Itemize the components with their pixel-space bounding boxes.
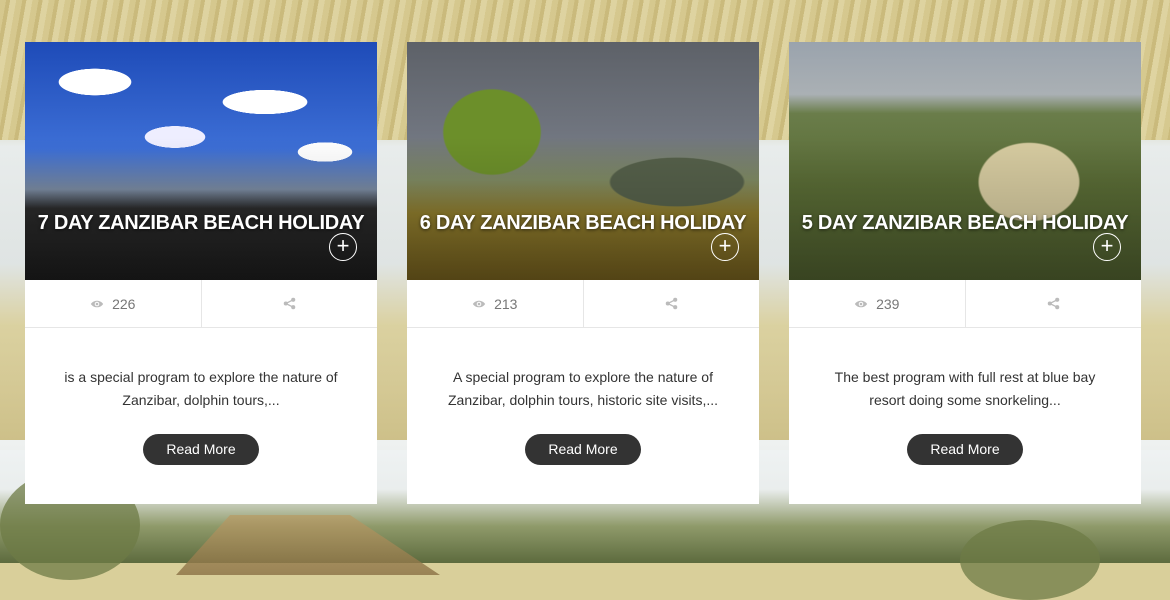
tour-stats: 226 bbox=[25, 280, 377, 328]
read-more-button[interactable]: Read More bbox=[525, 434, 641, 465]
share-button[interactable] bbox=[200, 280, 378, 327]
views-count: 213 bbox=[494, 295, 518, 312]
tour-title[interactable]: 5 DAY ZANZIBAR BEACH HOLIDAY bbox=[789, 212, 1141, 235]
tour-stats: 213 bbox=[407, 280, 759, 328]
plus-circle-icon[interactable]: + bbox=[711, 233, 739, 261]
plus-circle-icon[interactable]: + bbox=[329, 233, 357, 261]
eye-icon bbox=[854, 300, 868, 307]
views-stat: 213 bbox=[407, 280, 583, 327]
tour-stats: 239 bbox=[789, 280, 1141, 328]
tour-card: 5 DAY ZANZIBAR BEACH HOLIDAY + 239 The b… bbox=[789, 42, 1141, 504]
views-stat: 226 bbox=[25, 280, 201, 327]
tour-image[interactable]: 6 DAY ZANZIBAR BEACH HOLIDAY + bbox=[407, 42, 759, 280]
share-icon bbox=[1047, 297, 1060, 310]
eye-icon bbox=[472, 300, 486, 307]
tour-description: The best program with full rest at blue … bbox=[834, 369, 1096, 408]
tour-image[interactable]: 5 DAY ZANZIBAR BEACH HOLIDAY + bbox=[789, 42, 1141, 280]
share-icon bbox=[283, 297, 296, 310]
share-icon bbox=[665, 297, 678, 310]
tour-description: is a special program to explore the natu… bbox=[64, 369, 338, 408]
tour-description: A special program to explore the nature … bbox=[448, 369, 718, 408]
views-count: 239 bbox=[876, 295, 900, 312]
share-button[interactable] bbox=[964, 280, 1142, 327]
tour-card: 7 DAY ZANZIBAR BEACH HOLIDAY + 226 is a … bbox=[25, 42, 377, 504]
read-more-button[interactable]: Read More bbox=[143, 434, 259, 465]
tour-card: 6 DAY ZANZIBAR BEACH HOLIDAY + 213 A spe… bbox=[407, 42, 759, 504]
eye-icon bbox=[90, 300, 104, 307]
views-stat: 239 bbox=[789, 280, 965, 327]
share-button[interactable] bbox=[582, 280, 760, 327]
read-more-button[interactable]: Read More bbox=[907, 434, 1023, 465]
tour-title[interactable]: 7 DAY ZANZIBAR BEACH HOLIDAY bbox=[25, 212, 377, 235]
plus-circle-icon[interactable]: + bbox=[1093, 233, 1121, 261]
tour-image[interactable]: 7 DAY ZANZIBAR BEACH HOLIDAY + bbox=[25, 42, 377, 280]
tour-title[interactable]: 6 DAY ZANZIBAR BEACH HOLIDAY bbox=[407, 212, 759, 235]
views-count: 226 bbox=[112, 295, 136, 312]
background-bush bbox=[960, 520, 1100, 600]
